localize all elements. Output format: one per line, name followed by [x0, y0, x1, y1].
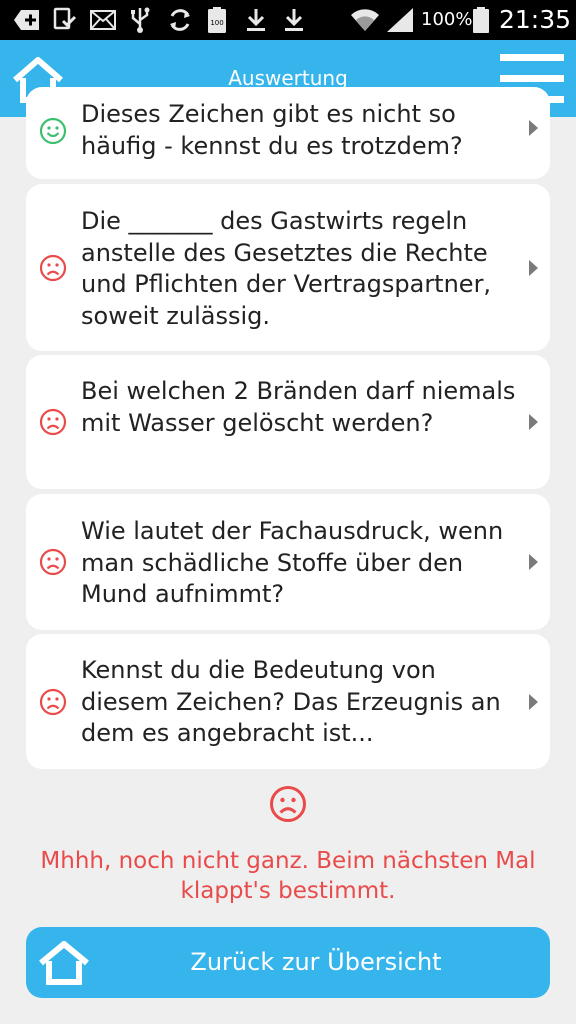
question-text: Die _______ des Gastwirts regeln anstell… [81, 207, 492, 330]
question-text: Dieses Zeichen gibt es nicht so häufig -… [81, 100, 463, 160]
question-text: Kennst du die Bedeutung von diesem Zeich… [81, 656, 501, 747]
status-bar: 100 100% 21:35 [0, 0, 576, 40]
add-icon [12, 6, 42, 34]
smiley-sad-icon [39, 688, 67, 716]
question-text: Wie lautet der Fachausdruck, wenn man sc… [81, 517, 504, 608]
question-text: Bei welchen 2 Bränden darf niemals mit W… [81, 377, 516, 437]
battery-small-label: 100 [210, 19, 223, 27]
chevron-right-icon [529, 694, 538, 710]
usb-icon [128, 6, 152, 34]
download-check-icon [52, 6, 78, 34]
chevron-right-icon [529, 260, 538, 276]
chevron-right-icon [529, 414, 538, 430]
result-message: Mhhh, noch nicht ganz. Beim nächsten Mal… [40, 848, 536, 904]
download-icon [244, 6, 268, 34]
smiley-sad-icon [270, 786, 306, 822]
back-button-label: Zurück zur Übersicht [190, 948, 442, 976]
mail-icon [89, 6, 117, 34]
question-card[interactable]: Bei welchen 2 Bränden darf niemals mit W… [26, 355, 550, 489]
smiley-sad-icon [39, 408, 67, 436]
battery-percent: 100% [421, 9, 473, 30]
question-card[interactable]: Kennst du die Bedeutung von diesem Zeich… [26, 634, 550, 769]
chevron-right-icon [529, 120, 538, 136]
smiley-sad-icon [39, 254, 67, 282]
chevron-right-icon [529, 554, 538, 570]
question-card[interactable]: Dieses Zeichen gibt es nicht so häufig -… [26, 87, 550, 179]
battery-full-icon: 100 [206, 6, 228, 34]
smiley-happy-icon [39, 117, 67, 145]
download-icon [282, 6, 306, 34]
clock: 21:35 [499, 5, 572, 34]
signal-icon [385, 6, 415, 34]
sync-icon [166, 6, 194, 34]
battery-icon [471, 6, 491, 34]
question-card[interactable]: Die _______ des Gastwirts regeln anstell… [26, 184, 550, 351]
back-to-overview-button[interactable]: Zurück zur Übersicht [26, 927, 550, 998]
wifi-icon [350, 6, 380, 34]
question-card[interactable]: Wie lautet der Fachausdruck, wenn man sc… [26, 494, 550, 630]
smiley-sad-icon [39, 548, 67, 576]
